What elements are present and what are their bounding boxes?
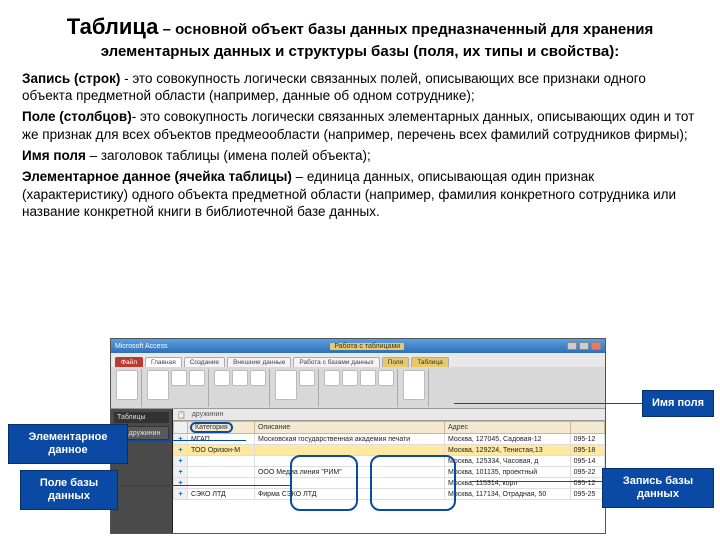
para-field: Поле (столбцов)- это совокупность логиче… xyxy=(22,108,698,143)
ribbon-button[interactable] xyxy=(232,370,248,386)
cell[interactable]: Москва, 117134, Отрадная, 50 xyxy=(445,489,571,500)
cell[interactable]: + xyxy=(174,478,188,489)
minimize-icon[interactable] xyxy=(567,342,577,350)
ribbon-button[interactable] xyxy=(360,370,376,386)
context-tab-title: Работа с таблицами xyxy=(330,343,404,350)
cell[interactable]: Москва, 115314, корп xyxy=(445,478,571,489)
cell[interactable]: Москва, 125334, Часовая, д xyxy=(445,456,571,467)
ribbon-tabs: Файл Главная Создание Внешние данные Раб… xyxy=(111,353,605,367)
leader-line xyxy=(128,440,246,441)
table-row[interactable]: +ТОО Оризон-М Москва, 129224, Тенистая,13… xyxy=(174,445,605,456)
leader-line xyxy=(470,481,606,482)
cell[interactable]: МГАП xyxy=(188,434,255,445)
annotation-field-name: Имя поля xyxy=(642,390,714,417)
access-screenshot: Microsoft Access Работа с таблицами Файл… xyxy=(110,338,606,534)
callout-circle xyxy=(370,455,456,511)
app-title: Microsoft Access xyxy=(115,343,168,350)
cell[interactable]: 095-12 xyxy=(570,434,604,445)
tab-file[interactable]: Файл xyxy=(115,357,143,367)
table-row[interactable]: +МГАПМосковская государственная академия… xyxy=(174,434,605,445)
heading: Таблица – основной объект базы данных пр… xyxy=(22,12,698,62)
cell[interactable] xyxy=(188,456,255,467)
cell[interactable] xyxy=(254,445,444,456)
close-icon[interactable] xyxy=(591,342,601,350)
ribbon-button[interactable] xyxy=(250,370,266,386)
tab-dbtools[interactable]: Работа с базами данных xyxy=(293,357,379,367)
cell[interactable]: 095-25 xyxy=(570,489,604,500)
ribbon-button[interactable] xyxy=(189,370,205,386)
cell[interactable]: 095-14 xyxy=(570,456,604,467)
cell[interactable]: 095-12 xyxy=(570,478,604,489)
heading-word: Таблица xyxy=(67,14,159,39)
callout-circle xyxy=(290,455,358,511)
ribbon-button[interactable] xyxy=(324,370,340,386)
col-header[interactable] xyxy=(570,422,604,434)
cell[interactable]: + xyxy=(174,434,188,445)
cell[interactable]: + xyxy=(174,456,188,467)
col-header[interactable]: Адрес xyxy=(445,422,571,434)
col-header[interactable]: Категория xyxy=(188,422,255,434)
tab-fields[interactable]: Поля xyxy=(382,357,409,367)
ribbon-button[interactable] xyxy=(342,370,358,386)
cell[interactable] xyxy=(188,478,255,489)
cell[interactable]: Москва, 129224, Тенистая,13 xyxy=(445,445,571,456)
window-titlebar: Microsoft Access Работа с таблицами xyxy=(111,339,605,353)
ribbon-button[interactable] xyxy=(147,370,169,400)
annotation-db-field: Поле базы данных xyxy=(20,470,118,510)
ribbon-button[interactable] xyxy=(299,370,315,386)
cell[interactable]: ТОО Оризон-М xyxy=(188,445,255,456)
cell[interactable] xyxy=(188,467,255,478)
maximize-icon[interactable] xyxy=(579,342,589,350)
ribbon-button[interactable] xyxy=(378,370,394,386)
leader-line xyxy=(454,403,642,404)
annotation-db-record: Запись базы данных xyxy=(602,468,714,508)
annotation-elementary: Элементарное данное xyxy=(8,424,128,464)
cell[interactable]: + xyxy=(174,489,188,500)
cell[interactable]: 095-18 xyxy=(570,445,604,456)
cell[interactable]: СЭКО ЛТД xyxy=(188,489,255,500)
para-elementary: Элементарное данное (ячейка таблицы) – е… xyxy=(22,168,698,220)
para-record: Запись (строк) - это совокупность логиче… xyxy=(22,70,698,105)
ribbon-button[interactable] xyxy=(171,370,187,386)
tab-external[interactable]: Внешние данные xyxy=(227,357,291,367)
leader-line xyxy=(118,485,291,486)
ribbon-button[interactable] xyxy=(403,370,425,400)
tab-home[interactable]: Главная xyxy=(145,357,182,367)
cell[interactable]: + xyxy=(174,467,188,478)
nav-header: Таблицы xyxy=(114,412,169,423)
cell[interactable]: Москва, 101135, проектный xyxy=(445,467,571,478)
ribbon-button[interactable] xyxy=(275,370,297,400)
col-selector[interactable] xyxy=(174,422,188,434)
col-header[interactable]: Описание xyxy=(254,422,444,434)
object-tab[interactable]: 📋 дружинин xyxy=(173,409,605,421)
tab-table[interactable]: Таблица xyxy=(411,357,449,367)
para-fieldname: Имя поля – заголовок таблицы (имена поле… xyxy=(22,147,698,164)
ribbon: Файл Главная Создание Внешние данные Раб… xyxy=(111,353,605,409)
cell[interactable]: + xyxy=(174,445,188,456)
heading-rest1: – основной объект базы данных предназнач… xyxy=(158,21,653,38)
cell[interactable]: Москва, 127045, Садовая-12 xyxy=(445,434,571,445)
cell[interactable]: Московская государственная академия печа… xyxy=(254,434,444,445)
ribbon-button[interactable] xyxy=(116,370,138,400)
cell[interactable]: 095-22 xyxy=(570,467,604,478)
ribbon-button[interactable] xyxy=(214,370,230,386)
tab-create[interactable]: Создание xyxy=(184,357,225,367)
heading-rest2: элементарных данных и структуры базы (по… xyxy=(101,43,620,60)
